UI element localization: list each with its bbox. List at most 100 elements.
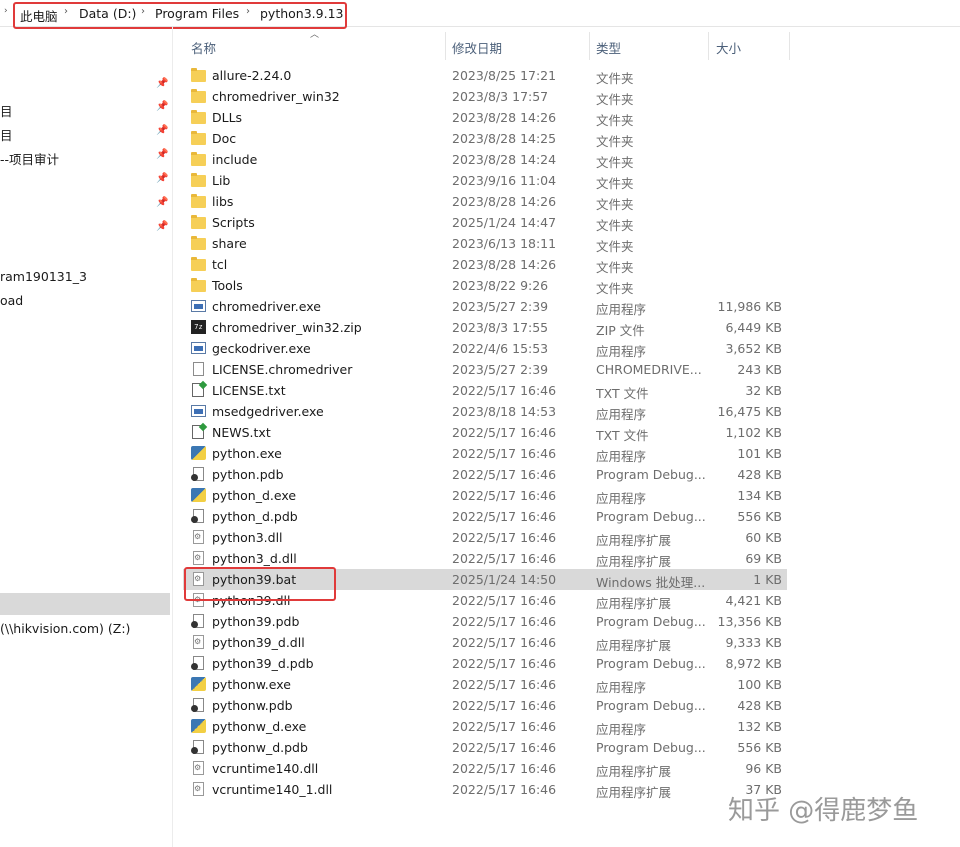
file-row[interactable]: pythonw_d.pdb 2022/5/17 16:46 Program Debu…: [183, 737, 787, 758]
pdb-file-icon: [191, 740, 206, 755]
python-icon: [191, 446, 206, 461]
file-name: python_d.exe: [212, 488, 297, 503]
column-divider[interactable]: [445, 32, 446, 60]
file-name: NEWS.txt: [212, 425, 271, 440]
pdb-file-icon: [191, 698, 206, 713]
file-size: 428 KB: [737, 698, 782, 713]
column-divider[interactable]: [789, 32, 790, 60]
folder-icon: [191, 131, 206, 146]
nav-item-project-audit[interactable]: --项目审计: [0, 149, 59, 168]
file-row[interactable]: python3_d.dll 2022/5/17 16:46 应用程序扩展 69 KB: [183, 548, 787, 569]
address-bar[interactable]: › 此电脑 › Data (D:) › Program Files › pyth…: [0, 0, 960, 27]
file-row[interactable]: share 2023/6/13 18:11 文件夹: [183, 233, 787, 254]
column-header-type[interactable]: 类型: [596, 38, 621, 66]
file-row[interactable]: python_d.pdb 2022/5/17 16:46 Program Debug…: [183, 506, 787, 527]
column-header-date[interactable]: 修改日期: [452, 38, 502, 66]
file-name: pythonw_d.pdb: [212, 740, 308, 755]
file-date: 2023/6/13 18:11: [452, 236, 557, 251]
file-row[interactable]: tcl 2023/8/28 14:26 文件夹: [183, 254, 787, 275]
file-row[interactable]: chromedriver.exe 2023/5/27 2:39 应用程序 11,986…: [183, 296, 787, 317]
file-row[interactable]: DLLs 2023/8/28 14:26 文件夹: [183, 107, 787, 128]
column-header-size[interactable]: 大小: [716, 38, 741, 66]
file-name: python39.dll: [212, 593, 291, 608]
file-name: python39_d.dll: [212, 635, 305, 650]
file-row[interactable]: pythonw.pdb 2022/5/17 16:46 Program Debug.…: [183, 695, 787, 716]
file-row[interactable]: LICENSE.chromedriver 2023/5/27 2:39 CHROME…: [183, 359, 787, 380]
file-row[interactable]: python39.pdb 2022/5/17 16:46 Program Debug…: [183, 611, 787, 632]
dll-icon: [191, 761, 206, 776]
file-row[interactable]: python.pdb 2022/5/17 16:46 Program Debug..…: [183, 464, 787, 485]
file-row[interactable]: libs 2023/8/28 14:26 文件夹: [183, 191, 787, 212]
file-name: tcl: [212, 257, 228, 272]
file-row[interactable]: geckodriver.exe 2022/4/6 15:53 应用程序 3,652 K…: [183, 338, 787, 359]
file-date: 2023/5/27 2:39: [452, 299, 549, 314]
file-date: 2022/5/17 16:46: [452, 509, 557, 524]
file-type: Program Debug...: [596, 509, 706, 524]
file-type: 应用程序: [596, 302, 647, 317]
file-row[interactable]: Lib 2023/9/16 11:04 文件夹: [183, 170, 787, 191]
file-date: 2022/5/17 16:46: [452, 761, 557, 776]
file-size: 132 KB: [737, 719, 782, 734]
file-row[interactable]: 7z chromedriver_win32.zip 2023/8/3 17:55 ZI…: [183, 317, 787, 338]
column-divider[interactable]: [708, 32, 709, 60]
file-row[interactable]: python39.dll 2022/5/17 16:46 应用程序扩展 4,421 K…: [183, 590, 787, 611]
file-name: python39.bat: [212, 572, 297, 587]
breadcrumb-separator-icon[interactable]: ›: [246, 6, 250, 17]
file-row[interactable]: python39_d.dll 2022/5/17 16:46 应用程序扩展 9,333…: [183, 632, 787, 653]
file-date: 2022/5/17 16:46: [452, 740, 557, 755]
nav-item-project-2[interactable]: 目: [0, 125, 13, 144]
file-name: pythonw_d.exe: [212, 719, 307, 734]
file-row[interactable]: Tools 2023/8/22 9:26 文件夹: [183, 275, 787, 296]
file-date: 2023/8/3 17:57: [452, 89, 549, 104]
file-row[interactable]: chromedriver_win32 2023/8/3 17:57 文件夹: [183, 86, 787, 107]
file-row[interactable]: vcruntime140.dll 2022/5/17 16:46 应用程序扩展 96 …: [183, 758, 787, 779]
nav-item-download[interactable]: oad: [0, 293, 23, 308]
file-row[interactable]: pythonw.exe 2022/5/17 16:46 应用程序 100 KB: [183, 674, 787, 695]
file-size: 9,333 KB: [725, 635, 782, 650]
file-type: 应用程序扩展: [596, 554, 672, 569]
chevron-right-icon[interactable]: ›: [4, 6, 8, 16]
file-date: 2022/5/17 16:46: [452, 698, 557, 713]
file-size: 428 KB: [737, 467, 782, 482]
file-name: python_d.pdb: [212, 509, 298, 524]
column-header-name[interactable]: 名称: [191, 38, 216, 66]
file-row[interactable]: include 2023/8/28 14:24 文件夹: [183, 149, 787, 170]
breadcrumb-separator-icon[interactable]: ›: [64, 6, 68, 17]
file-row[interactable]: vcruntime140_1.dll2022/5/17 16:46应用程序扩展3…: [183, 779, 787, 800]
breadcrumb-drive-d[interactable]: Data (D:): [79, 6, 136, 21]
column-divider[interactable]: [589, 32, 590, 60]
file-row[interactable]: allure-2.24.0 2023/8/25 17:21 文件夹: [183, 65, 787, 86]
file-row[interactable]: python39_d.pdb 2022/5/17 16:46 Program Deb…: [183, 653, 787, 674]
python-icon: [191, 719, 206, 734]
folder-icon: [191, 110, 206, 125]
file-row[interactable]: python3.dll 2022/5/17 16:46 应用程序扩展 60 KB: [183, 527, 787, 548]
file-row[interactable]: pythonw_d.exe 2022/5/17 16:46 应用程序 132 KB: [183, 716, 787, 737]
file-name: python39_d.pdb: [212, 656, 314, 671]
file-name: libs: [212, 194, 234, 209]
file-row[interactable]: Scripts 2025/1/24 14:47 文件夹: [183, 212, 787, 233]
file-date: 2022/5/17 16:46: [452, 677, 557, 692]
breadcrumb-program-files[interactable]: Program Files: [155, 6, 239, 21]
file-row[interactable]: python_d.exe 2022/5/17 16:46 应用程序 134 KB: [183, 485, 787, 506]
file-size: 4,421 KB: [725, 593, 782, 608]
nav-item-project[interactable]: 目: [0, 101, 13, 120]
file-row[interactable]: python.exe 2022/5/17 16:46 应用程序 101 KB: [183, 443, 787, 464]
file-size: 8,972 KB: [725, 656, 782, 671]
breadcrumb-this-pc[interactable]: 此电脑: [20, 6, 58, 25]
file-type: 应用程序: [596, 491, 647, 506]
file-date: 2022/5/17 16:46: [452, 635, 557, 650]
file-row[interactable]: python39.bat 2025/1/24 14:50 Windows 批处理..…: [183, 569, 787, 590]
file-row[interactable]: Doc 2023/8/28 14:25 文件夹: [183, 128, 787, 149]
breadcrumb-separator-icon[interactable]: ›: [141, 6, 145, 17]
pin-icon: 📌: [156, 221, 169, 232]
file-row[interactable]: NEWS.txt 2022/5/17 16:46 TXT 文件 1,102 KB: [183, 422, 787, 443]
nav-item-program[interactable]: ram190131_3: [0, 269, 87, 284]
file-name: msedgedriver.exe: [212, 404, 324, 419]
nav-item-network-drive-z[interactable]: (\\hikvision.com) (Z:): [0, 621, 130, 636]
breadcrumb-python-folder[interactable]: python3.9.13: [260, 6, 343, 21]
file-name: chromedriver.exe: [212, 299, 321, 314]
file-name: Doc: [212, 131, 237, 146]
file-row[interactable]: LICENSE.txt 2022/5/17 16:46 TXT 文件 32 KB: [183, 380, 787, 401]
file-type: 文件夹: [596, 218, 634, 233]
file-row[interactable]: msedgedriver.exe 2023/8/18 14:53 应用程序 16,47…: [183, 401, 787, 422]
